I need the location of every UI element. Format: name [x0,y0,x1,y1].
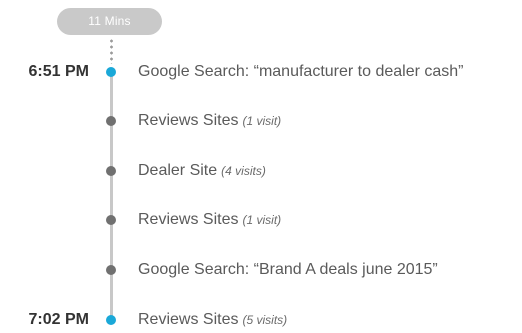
visit-count: (5 visits) [242,313,288,327]
event-description: Google Search: “manufacturer to dealer c… [138,60,464,84]
visit-count: (1 visit) [242,213,282,227]
timeline-event: Reviews Sites (1 visit) [0,208,522,232]
event-dot-icon [106,116,116,126]
event-time: 6:51 PM [28,63,89,80]
event-label: Google Search: “Brand A deals june 2015” [138,261,438,278]
timeline-event: 6:51 PM Google Search: “manufacturer to … [0,60,522,84]
event-time: 7:02 PM [28,311,89,328]
timeline-event: Google Search: “Brand A deals june 2015” [0,258,522,282]
event-dot-icon [106,315,116,325]
event-label: Reviews Sites [138,311,239,328]
visit-count: (1 visit) [242,114,282,128]
event-dot-icon [106,67,116,77]
timeline-event: Dealer Site (4 visits) [0,159,522,183]
event-description: Reviews Sites (1 visit) [138,109,281,133]
event-description: Reviews Sites (5 visits) [138,308,287,332]
event-description: Google Search: “Brand A deals june 2015” [138,258,438,282]
event-description: Reviews Sites (1 visit) [138,208,281,232]
visit-count: (4 visits) [221,164,266,178]
event-label: Dealer Site [138,162,218,179]
duration-badge: 11 Mins [57,8,162,35]
event-label: Google Search: “manufacturer to dealer c… [138,63,464,80]
timeline-event: Reviews Sites (1 visit) [0,109,522,133]
event-dot-icon [106,166,116,176]
event-dot-icon [106,215,116,225]
event-dot-icon [106,265,116,275]
event-description: Dealer Site (4 visits) [138,159,266,183]
event-label: Reviews Sites [138,112,239,129]
event-label: Reviews Sites [138,211,239,228]
timeline-event: 7:02 PM Reviews Sites (5 visits) [0,308,522,332]
